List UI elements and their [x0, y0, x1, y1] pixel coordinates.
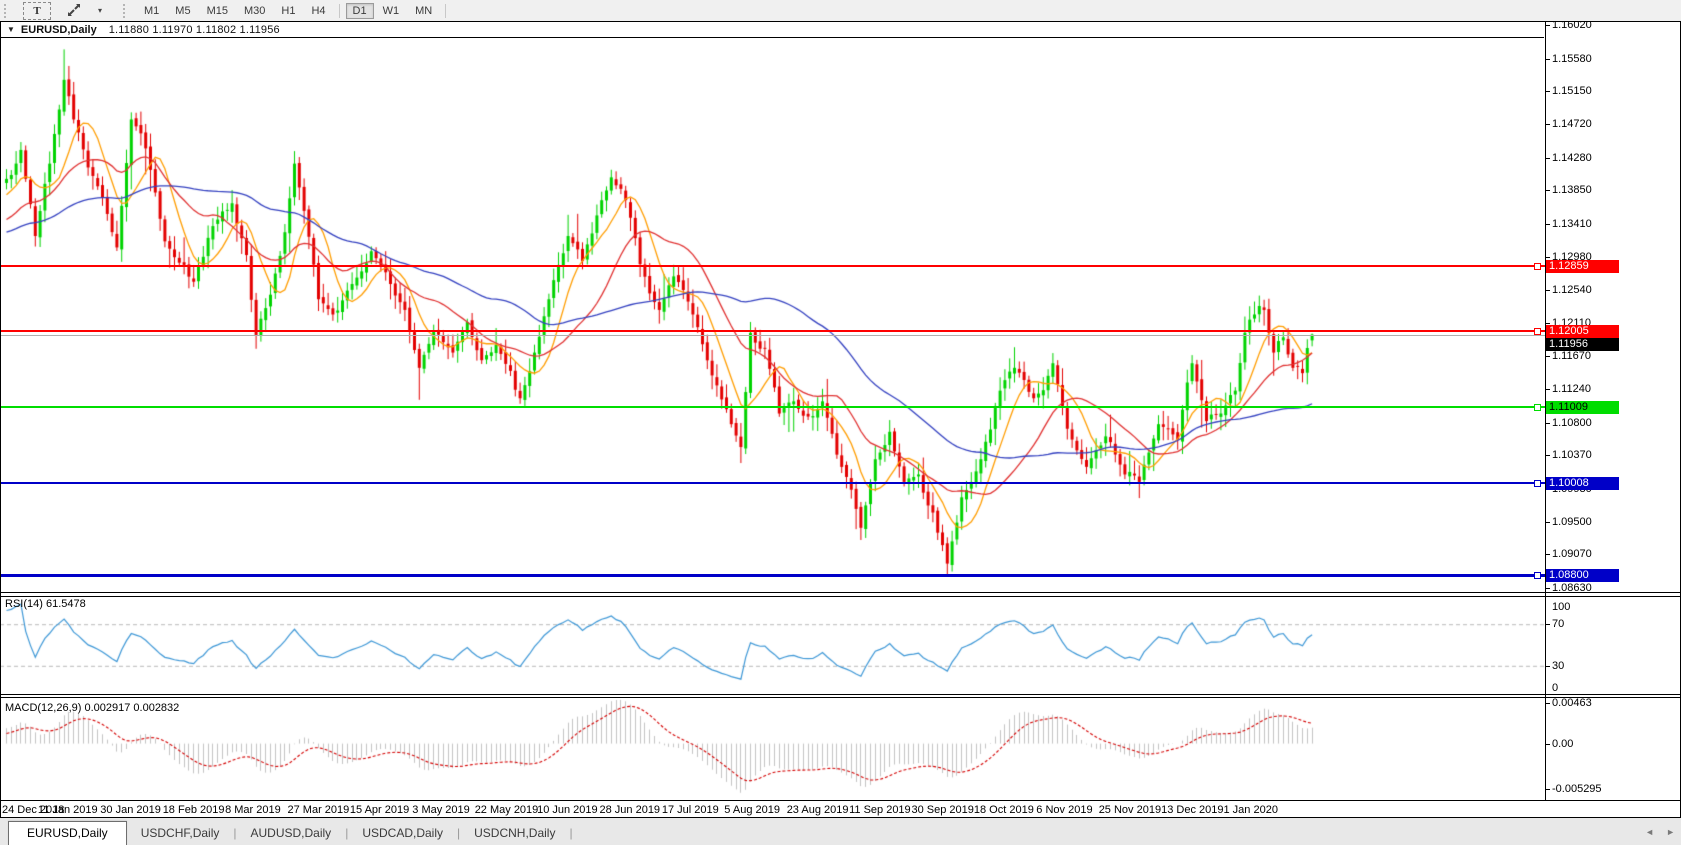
date-label: 27 Mar 2019 — [287, 804, 350, 816]
current-price-label: 1.11956 — [1546, 337, 1619, 351]
macd-scale-label: -0.005295 — [1552, 783, 1602, 795]
date-label: 8 Mar 2019 — [225, 804, 281, 816]
toolbar-grip — [4, 3, 11, 18]
price-tick-label: 1.14720 — [1552, 118, 1592, 131]
price-tick-label: 1.13850 — [1552, 184, 1592, 197]
hline-marker[interactable] — [1534, 572, 1541, 580]
rsi-scale-label: 0 — [1552, 682, 1559, 694]
rsi-panel-top-border — [0, 596, 1681, 597]
toolbar-grip — [123, 3, 130, 18]
timeframe-button-h4[interactable]: H4 — [304, 3, 332, 19]
tab-usdcad[interactable]: USDCAD,Daily — [348, 822, 457, 845]
tab-audusd[interactable]: AUDUSD,Daily — [237, 822, 346, 845]
macd-panel-bottom-border — [0, 800, 1681, 801]
timeframe-button-w1[interactable]: W1 — [376, 3, 407, 19]
horizontal-level-line[interactable] — [0, 264, 1545, 267]
date-label: 3 May 2019 — [412, 804, 470, 816]
date-label: 11 Jan 2019 — [37, 804, 98, 816]
timeframe-button-h1[interactable]: H1 — [274, 3, 302, 19]
chart-window-top-border — [0, 21, 1681, 22]
timeframe-button-m1[interactable]: M1 — [137, 3, 166, 19]
tab-eurusd[interactable]: EURUSD,Daily — [8, 821, 127, 845]
date-label: 30 Sep 2019 — [911, 804, 974, 816]
cursor-dropdown-button[interactable]: ▾ — [87, 3, 113, 19]
price-chart-canvas[interactable] — [0, 38, 1545, 800]
date-label: 13 Dec 2019 — [1161, 804, 1224, 816]
date-label: 28 Jun 2019 — [599, 804, 661, 816]
price-tick-label: 1.10800 — [1552, 416, 1592, 429]
price-tick-label: 1.15580 — [1552, 52, 1592, 65]
current-price-line — [0, 334, 1545, 336]
price-tick-label: 1.11670 — [1552, 350, 1591, 363]
tab-scroll-right-icon[interactable]: ► — [1660, 827, 1681, 845]
hline-marker[interactable] — [1534, 479, 1541, 487]
macd-scale-label: 0.00 — [1552, 738, 1574, 750]
collapse-chart-icon[interactable]: ▼ — [7, 25, 15, 34]
tab-divider: | — [569, 826, 573, 840]
date-axis[interactable]: 24 Dec 2018 11 Jan 2019 30 Jan 2019 18 Feb … — [0, 801, 1681, 817]
toolbar-separator — [445, 3, 447, 18]
date-label: 17 Jul 2019 — [661, 804, 719, 816]
price-tick-label: 1.12540 — [1552, 284, 1592, 297]
date-label: 18 Oct 2019 — [973, 804, 1034, 816]
timeframe-button-m30[interactable]: M30 — [237, 3, 272, 19]
hline-marker[interactable] — [1534, 262, 1541, 270]
timeframe-button-d1[interactable]: D1 — [345, 2, 374, 19]
rsi-indicator-label: RSI(14) 61.5478 — [5, 598, 86, 610]
date-label: 22 May 2019 — [474, 804, 539, 816]
price-tick-label: 1.14280 — [1552, 151, 1592, 164]
macd-panel-top-border — [0, 697, 1681, 698]
macd-scale-label: 0.00463 — [1552, 697, 1592, 709]
rsi-scale-label: 30 — [1552, 660, 1565, 672]
top-toolbar: T ▾ M1 M5 M15 M30 H1 H4 D1 W1 MN — [0, 0, 1681, 21]
chart-tab-bar: EURUSD,Daily USDCHF,Daily | AUDUSD,Daily | US… — [0, 818, 1681, 845]
hline-price-label: 1.12859 — [1546, 259, 1619, 273]
hline-price-label: 1.12005 — [1546, 324, 1619, 338]
price-tick-label: 1.10370 — [1552, 449, 1592, 462]
macd-indicator-label: MACD(12,26,9) 0.002917 0.002832 — [5, 702, 180, 714]
hline-marker[interactable] — [1534, 403, 1541, 411]
main-rsi-separator[interactable] — [0, 592, 1681, 593]
toolbar-separator — [338, 3, 340, 18]
price-tick-label: 1.11240 — [1552, 383, 1591, 396]
timeframe-button-m5[interactable]: M5 — [168, 3, 197, 19]
horizontal-level-line[interactable] — [0, 574, 1545, 578]
rsi-scale-label: 70 — [1552, 618, 1565, 630]
date-label: 1 Jan 2020 — [1223, 804, 1278, 816]
chart-title-bar: ▼ EURUSD,Daily 1.11880 1.11970 1.11802 1… — [1, 22, 1544, 38]
date-label: 10 Jun 2019 — [537, 804, 598, 816]
tab-scroll-left-icon[interactable]: ◄ — [1639, 827, 1660, 845]
chart-window-left-border — [0, 21, 1, 818]
date-label: 25 Nov 2019 — [1098, 804, 1162, 816]
cursor-mode-icon[interactable] — [61, 3, 87, 19]
timeframe-group: M1 M5 M15 M30 H1 H4 D1 W1 MN — [136, 2, 440, 19]
date-label: 11 Sep 2019 — [849, 804, 911, 816]
price-tick-label: 1.15150 — [1552, 85, 1592, 98]
timeframe-button-m15[interactable]: M15 — [200, 3, 235, 19]
date-label: 18 Feb 2019 — [162, 804, 225, 816]
rsi-scale-label: 100 — [1552, 601, 1571, 613]
tab-usdcnh[interactable]: USDCNH,Daily — [460, 822, 569, 845]
text-tool-button[interactable]: T — [23, 1, 51, 20]
price-tick-label: 1.09500 — [1552, 515, 1592, 528]
hline-price-label: 1.10008 — [1546, 476, 1619, 490]
date-label: 6 Nov 2019 — [1036, 804, 1093, 816]
timeframe-button-mn[interactable]: MN — [408, 3, 439, 19]
hline-price-label: 1.08800 — [1546, 569, 1619, 583]
horizontal-level-line[interactable] — [0, 481, 1545, 484]
date-label: 23 Aug 2019 — [786, 804, 849, 816]
date-label: 15 Apr 2019 — [349, 804, 410, 816]
tab-usdchf[interactable]: USDCHF,Daily — [127, 822, 234, 845]
horizontal-level-line[interactable] — [0, 405, 1545, 408]
date-label: 30 Jan 2019 — [100, 804, 161, 816]
ohlc-quote-values: 1.11880 1.11970 1.11802 1.11956 — [108, 23, 280, 36]
rsi-macd-separator[interactable] — [0, 694, 1681, 695]
price-tick-label: 1.09070 — [1552, 548, 1592, 561]
hline-price-label: 1.11009 — [1546, 400, 1619, 414]
horizontal-level-line[interactable] — [0, 329, 1545, 332]
diagonal-arrows-icon — [68, 4, 80, 16]
date-label: 5 Aug 2019 — [724, 804, 780, 816]
price-tick-label: 1.13410 — [1552, 217, 1592, 230]
chart-symbol-title: EURUSD,Daily — [20, 23, 97, 36]
